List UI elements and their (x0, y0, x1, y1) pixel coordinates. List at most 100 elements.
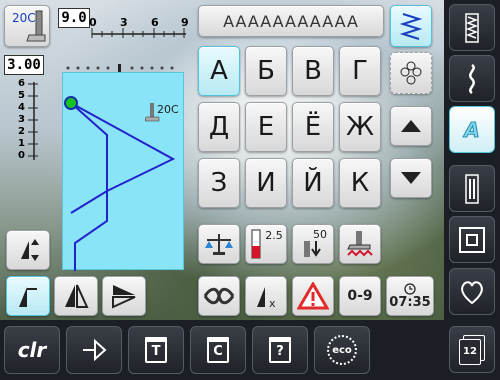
length-tick-4: 4 (18, 102, 25, 113)
length-dotted-bar (62, 58, 184, 72)
decorative-stitch-button[interactable] (390, 52, 432, 94)
pages-icon: 12 (459, 334, 485, 365)
letter-key[interactable]: Д (198, 102, 240, 152)
mirror-left-right-icon (65, 284, 89, 308)
quilt-icon (459, 226, 485, 253)
pattern-end-button[interactable]: x (245, 276, 287, 316)
flower-icon (400, 61, 422, 85)
letter-key[interactable]: Б (245, 46, 287, 96)
letter-key[interactable]: Ж (339, 102, 381, 152)
width-tick-9: 9 (181, 16, 189, 29)
balance-icon (205, 234, 233, 255)
zigzag-icon (465, 12, 479, 43)
warning-icon (297, 282, 329, 310)
length-tick-3: 3 (18, 114, 25, 125)
sidebar-quilt-stitches[interactable] (449, 216, 495, 263)
sidebar-practical-stitches[interactable] (449, 4, 495, 51)
mirror-vertical-icon (21, 239, 39, 261)
buttonhole-icon (465, 173, 479, 204)
clear-button[interactable]: clr (4, 326, 60, 374)
mirror-up-down-icon (112, 285, 136, 309)
feed-dog-icon (347, 231, 373, 257)
clear-label: clr (17, 338, 47, 362)
letter-key[interactable]: К (339, 158, 381, 208)
svg-text:20C: 20C (12, 11, 36, 25)
length-tick-6: 6 (18, 78, 25, 89)
memory-c-icon: C (207, 337, 229, 363)
letter-key[interactable]: Й (292, 158, 334, 208)
digits-button[interactable]: 0-9 (339, 276, 381, 316)
width-tick-6: 6 (151, 16, 159, 29)
mirror-left-right-button[interactable] (54, 276, 98, 316)
presser-foot-icon: 20C (12, 10, 46, 42)
tension-value: 2.5 (265, 229, 283, 242)
letter-key[interactable]: Ё (292, 102, 334, 152)
letter-key[interactable]: А (198, 46, 240, 96)
stitch-length-value[interactable]: 3.00 (4, 55, 44, 75)
alphabet-sample: AAAAAAAAAAA (223, 11, 359, 31)
width-tick-0: 0 (89, 16, 97, 29)
tension-gauge-icon (251, 229, 261, 259)
digits-label: 0-9 (347, 288, 373, 304)
arrow-down-icon (401, 172, 421, 184)
zigzag-stitch-button[interactable] (390, 5, 432, 47)
feed-dog-button[interactable] (339, 224, 381, 264)
pattern-end-icon: x (257, 287, 276, 310)
mirror-up-down-button[interactable] (102, 276, 146, 316)
balance-button[interactable] (198, 224, 240, 264)
help-icon: ? (269, 337, 291, 363)
length-tick-2: 2 (18, 126, 25, 137)
clock-time: 07:35 (389, 294, 431, 310)
sewing-machine-screen: 20C 9.0 0 3 6 9 3.00 6 5 4 3 2 1 0 20C A… (0, 0, 500, 380)
help-button[interactable]: ? (252, 326, 308, 374)
zigzag-icon (399, 13, 423, 40)
eco-button[interactable]: eco (314, 326, 370, 374)
memory-c-button[interactable]: C (190, 326, 246, 374)
knot-icon (203, 287, 235, 305)
stitch-width-control[interactable]: 9.0 0 3 6 9 (58, 8, 190, 44)
svg-text:x: x (269, 297, 276, 310)
preview-foot-icon: 20C (145, 103, 185, 127)
length-tick-0: 0 (18, 150, 25, 161)
length-ruler[interactable]: 6 5 4 3 2 1 0 (4, 78, 44, 162)
pages-badge: 12 (463, 346, 477, 357)
letter-key[interactable]: Е (245, 102, 287, 152)
sidebar-decorative-stitches[interactable] (449, 55, 495, 102)
sidebar-alphabets[interactable]: A (449, 106, 495, 153)
sidebar-personal-program[interactable] (449, 268, 495, 315)
letter-key[interactable]: В (292, 46, 334, 96)
stitch-start-icon (19, 287, 37, 307)
sidebar-pages[interactable]: 12 (449, 326, 495, 373)
arrow-right-icon (83, 338, 107, 362)
width-tick-3: 3 (120, 16, 128, 29)
alphabet-icon: A (464, 117, 481, 142)
presser-foot-button[interactable]: 20C (4, 5, 50, 47)
letter-key[interactable]: Г (339, 46, 381, 96)
stitch-preview[interactable]: 20C (62, 72, 185, 271)
arrow-up-icon (401, 120, 421, 132)
pattern-repeat-button[interactable] (198, 276, 240, 316)
presser-pressure-button[interactable]: 50 (292, 224, 334, 264)
wave-stitch-icon (469, 63, 475, 94)
stitch-start-button[interactable] (6, 276, 50, 316)
length-tick-5: 5 (18, 90, 25, 101)
scroll-up-button[interactable] (390, 106, 432, 146)
scroll-down-button[interactable] (390, 158, 432, 198)
width-ruler (91, 28, 186, 38)
clock-button[interactable]: 07:35 (386, 276, 434, 316)
length-tick-1: 1 (18, 138, 25, 149)
mirror-vertical-button[interactable] (6, 230, 50, 270)
clock-icon (404, 282, 416, 295)
eco-icon: eco (327, 335, 357, 365)
heart-icon (461, 280, 483, 304)
presser-value: 50 (313, 228, 327, 241)
alphabet-style-header[interactable]: AAAAAAAAAAA (198, 5, 384, 37)
memory-t-icon: T (145, 337, 167, 363)
memory-t-button[interactable]: T (128, 326, 184, 374)
letter-key[interactable]: З (198, 158, 240, 208)
sidebar-buttonholes[interactable] (449, 165, 495, 212)
thread-tension-button[interactable]: 2.5 (245, 224, 287, 264)
warning-button[interactable] (292, 276, 334, 316)
letter-key[interactable]: И (245, 158, 287, 208)
transfer-button[interactable] (66, 326, 122, 374)
